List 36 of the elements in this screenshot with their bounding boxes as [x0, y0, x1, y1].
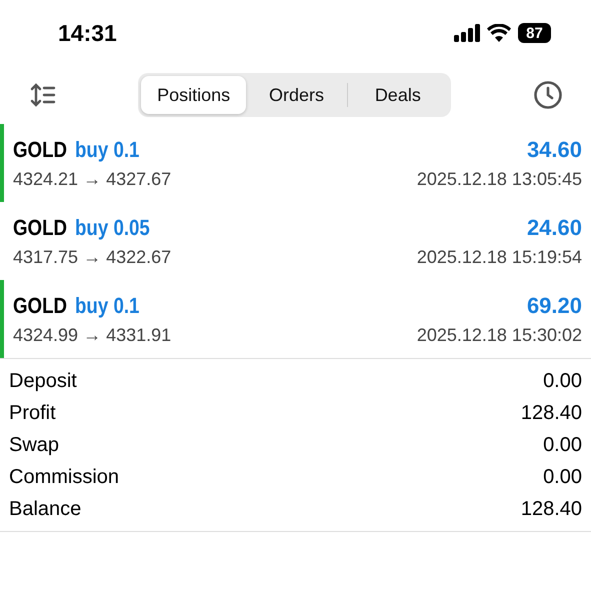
- deal-side: buy 0.1: [74, 292, 139, 318]
- status-time: 14:31: [58, 20, 117, 46]
- summary-label: Profit: [9, 402, 56, 424]
- deal-prices: 4317.75 → 4322.67: [13, 246, 172, 268]
- deal-time: 2025.12.18 15:30:02: [416, 324, 582, 346]
- summary-label: Commission: [9, 466, 120, 488]
- summary-value: 0.00: [543, 370, 582, 392]
- summary-label: Swap: [9, 434, 60, 456]
- deal-row[interactable]: GOLD buy 0.1 34.60 4324.21 → 4327.67 2025.12.18 13:05:45: [0, 124, 591, 202]
- deal-prices: 4324.21 → 4327.67: [13, 168, 172, 190]
- signal-icon: [454, 24, 480, 42]
- deal-side: buy 0.1: [74, 136, 139, 162]
- summary-value: 0.00: [543, 434, 582, 456]
- wifi-icon: [487, 24, 511, 42]
- battery-level: 87: [518, 23, 551, 43]
- deal-profit: 24.60: [526, 214, 582, 240]
- deal-profit: 69.20: [526, 292, 582, 318]
- tab[interactable]: Deals: [348, 76, 448, 114]
- summary-value: 128.40: [520, 498, 582, 520]
- summary-label: Balance: [9, 498, 82, 520]
- sort-icon[interactable]: [30, 83, 56, 107]
- deal-time: 2025.12.18 13:05:45: [416, 168, 582, 190]
- deal-row[interactable]: GOLD buy 0.05 24.60 4317.75 → 4322.67 2025.12.18 15:19:54: [0, 202, 591, 280]
- deal-time: 2025.12.18 15:19:54: [416, 246, 582, 268]
- summary-value: 128.40: [520, 402, 582, 424]
- summary-value: 0.00: [543, 466, 582, 488]
- clock-icon[interactable]: [533, 80, 563, 110]
- deal-side: buy 0.05: [74, 214, 150, 240]
- deal-prices: 4324.99 → 4331.91: [13, 324, 172, 346]
- deal-symbol: GOLD: [13, 136, 68, 162]
- tab[interactable]: Orders: [246, 76, 347, 114]
- summary-label: Deposit: [9, 370, 77, 392]
- deal-symbol: GOLD: [13, 292, 68, 318]
- deal-profit: 34.60: [526, 136, 582, 162]
- tab[interactable]: Positions: [141, 76, 246, 114]
- deal-symbol: GOLD: [13, 214, 68, 240]
